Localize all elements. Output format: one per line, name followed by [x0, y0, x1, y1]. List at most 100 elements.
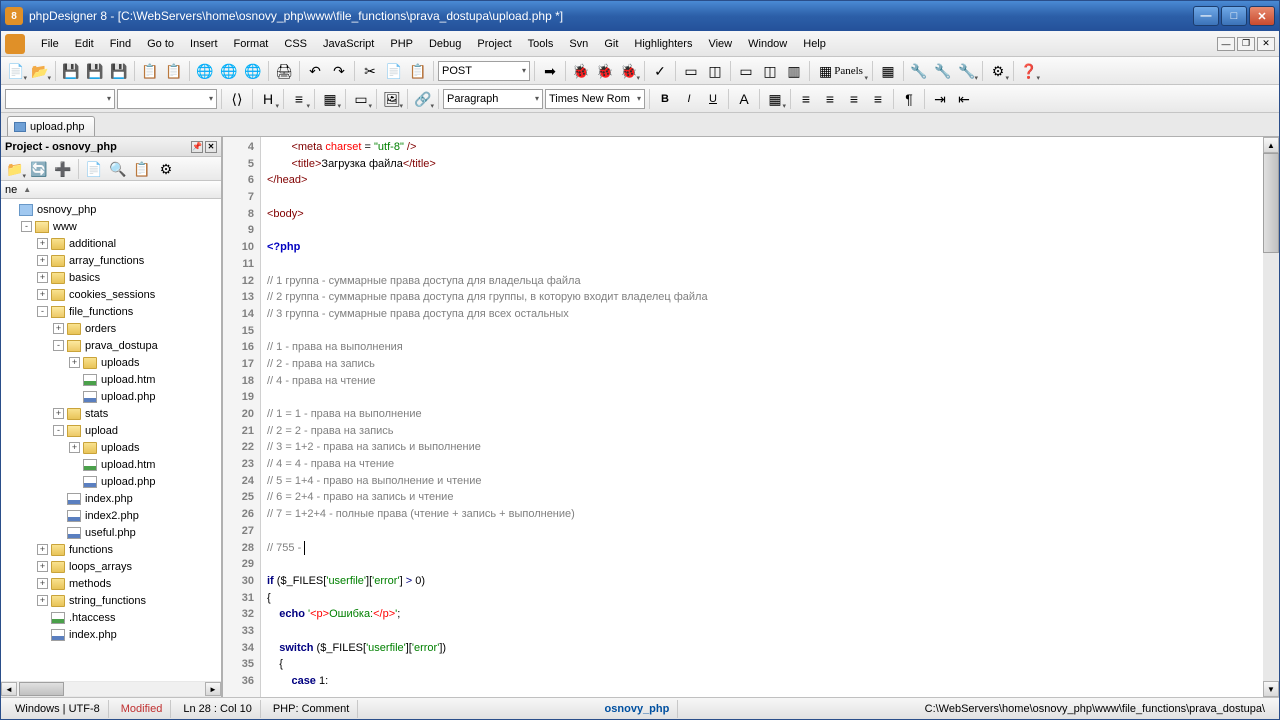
new-file-button[interactable]: 📄: [5, 60, 27, 82]
layout4-button[interactable]: ◫: [759, 60, 781, 82]
debug3-button[interactable]: 🐞: [618, 60, 640, 82]
project-btn1[interactable]: 📄: [83, 158, 105, 180]
project-tree[interactable]: osnovy_php-www+additional+array_function…: [1, 199, 221, 681]
heading-button[interactable]: H: [257, 88, 279, 110]
settings-button[interactable]: ⚙: [987, 60, 1009, 82]
run-button[interactable]: ➡: [539, 60, 561, 82]
outdent-button[interactable]: ⇤: [953, 88, 975, 110]
form-button[interactable]: ▭: [350, 88, 372, 110]
sidebar-pin-button[interactable]: 📌: [191, 141, 203, 153]
vscroll-thumb[interactable]: [1263, 153, 1279, 253]
debug2-button[interactable]: 🐞: [594, 60, 616, 82]
open-file-button[interactable]: 📂: [29, 60, 51, 82]
tool2-button[interactable]: 🔧: [908, 60, 930, 82]
indent-button[interactable]: ⇥: [929, 88, 951, 110]
code-area[interactable]: <meta charset = "utf-8" /> <title>Загруз…: [261, 137, 1263, 697]
layout3-button[interactable]: ▭: [735, 60, 757, 82]
tree-toggle[interactable]: +: [69, 442, 80, 453]
tree-item[interactable]: +uploads: [1, 439, 221, 456]
menu-find[interactable]: Find: [102, 34, 139, 54]
scroll-up-button[interactable]: ▲: [1263, 137, 1279, 153]
tree-item[interactable]: useful.php: [1, 524, 221, 541]
tree-item[interactable]: -file_functions: [1, 303, 221, 320]
undo-button[interactable]: ↶: [304, 60, 326, 82]
layout1-button[interactable]: ▭: [680, 60, 702, 82]
tool3-button[interactable]: 🔧: [932, 60, 954, 82]
tree-toggle[interactable]: +: [69, 357, 80, 368]
print-button[interactable]: 🖨: [273, 60, 295, 82]
tree-item[interactable]: +uploads: [1, 354, 221, 371]
cut-button[interactable]: ✂: [359, 60, 381, 82]
tree-item[interactable]: index.php: [1, 626, 221, 643]
project-btn4[interactable]: ⚙: [155, 158, 177, 180]
mdi-minimize-button[interactable]: —: [1217, 37, 1235, 51]
browser3-button[interactable]: 🌐: [242, 60, 264, 82]
menu-format[interactable]: Format: [226, 34, 277, 54]
sidebar-hscroll[interactable]: ◄ ►: [1, 681, 221, 697]
underline-button[interactable]: U: [702, 88, 724, 110]
save-button[interactable]: 💾: [60, 60, 82, 82]
tool1-button[interactable]: ▦: [877, 60, 899, 82]
menu-file[interactable]: File: [33, 34, 67, 54]
menu-css[interactable]: CSS: [276, 34, 315, 54]
validate-button[interactable]: ✓: [649, 60, 671, 82]
menu-view[interactable]: View: [700, 34, 740, 54]
tree-toggle[interactable]: +: [37, 289, 48, 300]
color-button[interactable]: A: [733, 88, 755, 110]
layout5-button[interactable]: ▥: [783, 60, 805, 82]
italic-button[interactable]: I: [678, 88, 700, 110]
project-new-button[interactable]: ➕: [52, 158, 74, 180]
tree-item[interactable]: +additional: [1, 235, 221, 252]
debug1-button[interactable]: 🐞: [570, 60, 592, 82]
align-center-button[interactable]: ≡: [819, 88, 841, 110]
tree-item[interactable]: +loops_arrays: [1, 558, 221, 575]
scroll-down-button[interactable]: ▼: [1263, 681, 1279, 697]
project-combo-button[interactable]: 📁: [4, 158, 26, 180]
tree-toggle[interactable]: +: [53, 408, 64, 419]
tab-upload-php[interactable]: upload.php: [7, 116, 95, 136]
sidebar-close-button[interactable]: ✕: [205, 141, 217, 153]
sidebar-column-header[interactable]: ne▲: [1, 181, 221, 199]
menu-highlighters[interactable]: Highlighters: [626, 34, 700, 54]
paragraph-combo[interactable]: Paragraph▾: [443, 89, 543, 109]
tree-toggle[interactable]: +: [37, 578, 48, 589]
list-button[interactable]: ≡: [288, 88, 310, 110]
paste-button[interactable]: 📋: [163, 60, 185, 82]
tree-item[interactable]: +string_functions: [1, 592, 221, 609]
tree-toggle[interactable]: +: [37, 272, 48, 283]
help-button[interactable]: ❓: [1018, 60, 1040, 82]
menu-window[interactable]: Window: [740, 34, 795, 54]
browser-button[interactable]: 🌐: [194, 60, 216, 82]
menu-svn[interactable]: Svn: [561, 34, 596, 54]
tool4-button[interactable]: 🔧: [956, 60, 978, 82]
image-button[interactable]: 🖼: [381, 88, 403, 110]
align-right-button[interactable]: ≡: [843, 88, 865, 110]
tree-toggle[interactable]: +: [37, 544, 48, 555]
save-as-button[interactable]: 💾: [108, 60, 130, 82]
tree-toggle[interactable]: +: [37, 561, 48, 572]
editor-vscroll[interactable]: ▲ ▼: [1263, 137, 1279, 697]
align-justify-button[interactable]: ≡: [867, 88, 889, 110]
tree-item[interactable]: +basics: [1, 269, 221, 286]
mdi-close-button[interactable]: ✕: [1257, 37, 1275, 51]
tree-toggle[interactable]: -: [37, 306, 48, 317]
method-dropdown[interactable]: POST▾: [438, 61, 530, 81]
tree-item[interactable]: +cookies_sessions: [1, 286, 221, 303]
mdi-restore-button[interactable]: ❐: [1237, 37, 1255, 51]
bold-button[interactable]: B: [654, 88, 676, 110]
menu-help[interactable]: Help: [795, 34, 834, 54]
tree-toggle[interactable]: +: [37, 595, 48, 606]
layout2-button[interactable]: ◫: [704, 60, 726, 82]
menu-javascript[interactable]: JavaScript: [315, 34, 382, 54]
tree-toggle[interactable]: +: [37, 238, 48, 249]
tree-item[interactable]: osnovy_php: [1, 201, 221, 218]
tree-toggle[interactable]: -: [21, 221, 32, 232]
tree-item[interactable]: .htaccess: [1, 609, 221, 626]
project-btn2[interactable]: 🔍: [107, 158, 129, 180]
tag1-button[interactable]: ⟨⟩: [226, 88, 248, 110]
tree-item[interactable]: -prava_dostupa: [1, 337, 221, 354]
tree-toggle[interactable]: -: [53, 425, 64, 436]
tree-toggle[interactable]: +: [53, 323, 64, 334]
pilcrow-button[interactable]: ¶: [898, 88, 920, 110]
menu-tools[interactable]: Tools: [520, 34, 562, 54]
